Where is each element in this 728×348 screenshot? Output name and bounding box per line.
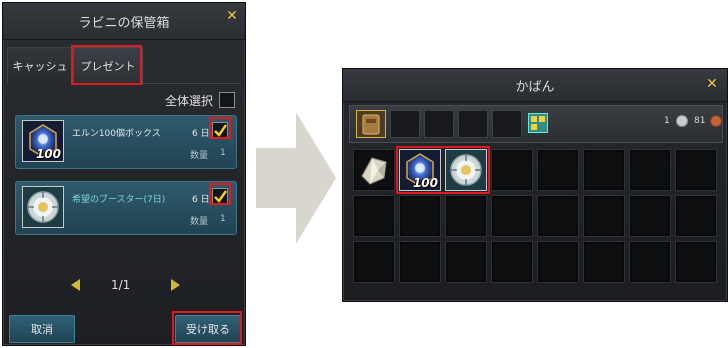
select-all[interactable]: 全体選択	[165, 91, 235, 109]
bag-window: かばん ✕ 1 81 100	[342, 68, 728, 302]
next-page-icon[interactable]	[171, 279, 180, 291]
pager: 1/1	[3, 275, 245, 295]
bag-icon	[362, 114, 380, 135]
bag-slot-empty[interactable]	[537, 241, 579, 283]
highlight-frame-checkbox-2	[209, 183, 231, 205]
transition-arrow-icon	[256, 112, 336, 244]
storage-window: ラビニの保管箱 ✕ キャッシュ プレゼント 全体選択 100 エルン100個ボッ…	[2, 2, 246, 346]
silver-count: 1	[664, 116, 670, 126]
bag-tab-slot[interactable]	[492, 110, 522, 138]
bag-slot-empty[interactable]	[629, 195, 671, 237]
bag-slot-empty[interactable]	[583, 195, 625, 237]
item-qty-label: 数量	[190, 217, 209, 227]
crystal-fragment-icon	[361, 157, 387, 185]
bag-slot-empty[interactable]	[537, 149, 579, 191]
prev-page-icon[interactable]	[71, 279, 80, 291]
bag-slot-empty[interactable]	[629, 241, 671, 283]
bag-slot-empty[interactable]	[629, 149, 671, 191]
bag-tab-slot[interactable]	[424, 110, 454, 138]
present-item-hope-booster[interactable]: 希望のブースター(7日) 6 日 数量 1	[15, 181, 237, 235]
item-days: 6 日	[192, 129, 210, 139]
select-all-label: 全体選択	[164, 93, 213, 108]
item-count-badge: 100	[35, 147, 61, 161]
bag-slot-empty[interactable]	[675, 195, 717, 237]
highlight-frame-checkbox-1	[209, 117, 231, 139]
ern-box-icon: 100	[22, 120, 64, 162]
bag-slot-empty[interactable]	[491, 195, 533, 237]
highlight-frame-receive-button	[172, 311, 242, 345]
item-days: 6 日	[192, 195, 210, 205]
bag-slot-empty[interactable]	[353, 241, 395, 283]
bag-tab-slot[interactable]	[458, 110, 488, 138]
bag-slot-empty[interactable]	[445, 241, 487, 283]
hope-booster-icon	[22, 186, 64, 228]
select-all-checkbox[interactable]	[219, 92, 235, 108]
bag-slot-empty[interactable]	[675, 241, 717, 283]
bag-slot-empty[interactable]	[537, 195, 579, 237]
copper-count: 81	[694, 116, 706, 126]
bag-slot-empty[interactable]	[675, 149, 717, 191]
close-icon[interactable]: ✕	[225, 9, 239, 23]
present-item-ern-box[interactable]: 100 エルン100個ボックス 6 日 数量 1	[15, 115, 237, 169]
item-name: エルン100個ボックス	[72, 129, 161, 139]
page-indicator: 1/1	[111, 278, 131, 292]
bag-slot-empty[interactable]	[491, 241, 533, 283]
cancel-button[interactable]: 取消	[9, 315, 75, 343]
bag-slot-empty[interactable]	[399, 241, 441, 283]
storage-title: ラビニの保管箱	[3, 3, 245, 40]
bag-slot-empty[interactable]	[399, 195, 441, 237]
bag-slot-empty[interactable]	[491, 149, 533, 191]
silver-coin-icon	[676, 115, 688, 127]
close-icon[interactable]: ✕	[705, 77, 719, 91]
copper-coin-icon	[710, 115, 722, 127]
bag-tab-main[interactable]	[356, 110, 386, 138]
bag-slot-empty[interactable]	[353, 195, 395, 237]
item-name: 希望のブースター(7日)	[72, 195, 166, 205]
tab-cash[interactable]: キャッシュ	[7, 47, 73, 84]
bag-slot-empty[interactable]	[583, 241, 625, 283]
bag-slot-empty[interactable]	[445, 195, 487, 237]
bag-tab-slot[interactable]	[390, 110, 420, 138]
bag-title: かばん	[343, 69, 727, 102]
item-qty: 1	[220, 148, 226, 158]
highlight-frame-present-tab	[71, 45, 142, 85]
bag-toolbar: 1 81	[349, 105, 723, 143]
bag-slot-crystal[interactable]	[353, 149, 395, 191]
bag-slot-empty[interactable]	[583, 149, 625, 191]
item-qty: 1	[220, 214, 226, 224]
grid-view-icon[interactable]	[528, 113, 548, 133]
highlight-frame-received-items	[396, 146, 490, 194]
item-qty-label: 数量	[190, 151, 209, 161]
